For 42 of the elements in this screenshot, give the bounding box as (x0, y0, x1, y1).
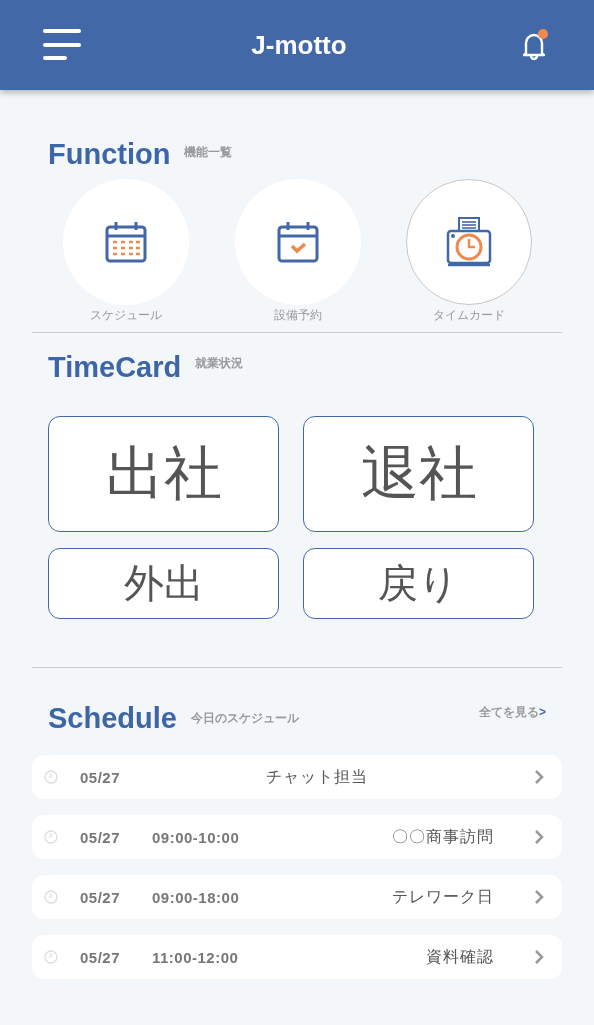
calendar-check-icon (275, 220, 320, 264)
schedule-title: テレワーク日 (391, 886, 495, 907)
schedule-row[interactable]: 05/27 11:00-12:00 資料確認 (32, 935, 562, 979)
schedule-row[interactable]: 05/27 09:00-18:00 テレワーク日 (32, 875, 562, 919)
schedule-title: チャット担当 (265, 766, 369, 787)
section-title: TimeCard (48, 351, 182, 384)
chevron-right-icon (534, 769, 544, 785)
timecard-button[interactable]: 戻り (303, 548, 534, 619)
schedule-row[interactable]: 05/27 チャット担当 (32, 755, 562, 799)
function-label: 設備予約 (273, 307, 322, 324)
section-title: Schedule (48, 702, 177, 735)
timecard-button[interactable]: 出社 (48, 416, 279, 532)
schedule-row[interactable]: 05/27 09:00-10:00 〇〇商事訪問 (32, 815, 562, 859)
timecard-button[interactable]: 退社 (303, 416, 534, 532)
see-all-link[interactable]: 全てを見る> (479, 704, 546, 721)
schedule-title: 〇〇商事訪問 (391, 826, 495, 847)
clock-icon (44, 830, 58, 844)
schedule-date: 05/27 (80, 888, 122, 906)
chevron-right-icon (534, 949, 544, 965)
schedule-date: 05/27 (80, 948, 122, 966)
section-subtitle: 今日のスケジュール (190, 710, 299, 727)
schedule-time: 09:00-10:00 (152, 828, 240, 846)
schedule-title: 資料確認 (425, 946, 495, 967)
clock-icon (44, 950, 58, 964)
section-subtitle: 機能一覧 (184, 144, 233, 161)
clock-icon (44, 770, 58, 784)
schedule-time: 09:00-18:00 (152, 888, 240, 906)
chevron-right-icon (534, 829, 544, 845)
function-label: タイムカード (433, 307, 505, 324)
calendar-icon (104, 220, 148, 264)
timecard-button[interactable]: 外出 (48, 548, 279, 619)
section-title: Function (48, 138, 171, 171)
function-label: スケジュール (90, 307, 162, 324)
section-subtitle: 就業状況 (195, 355, 244, 372)
schedule-date: 05/27 (80, 768, 122, 786)
clock-icon (44, 890, 58, 904)
schedule-date: 05/27 (80, 828, 122, 846)
chevron-right-icon (534, 889, 544, 905)
menu-icon[interactable] (42, 28, 82, 62)
app-title: J-motto (251, 29, 347, 61)
schedule-time: 11:00-12:00 (152, 948, 239, 966)
time-clock-icon (445, 216, 493, 268)
